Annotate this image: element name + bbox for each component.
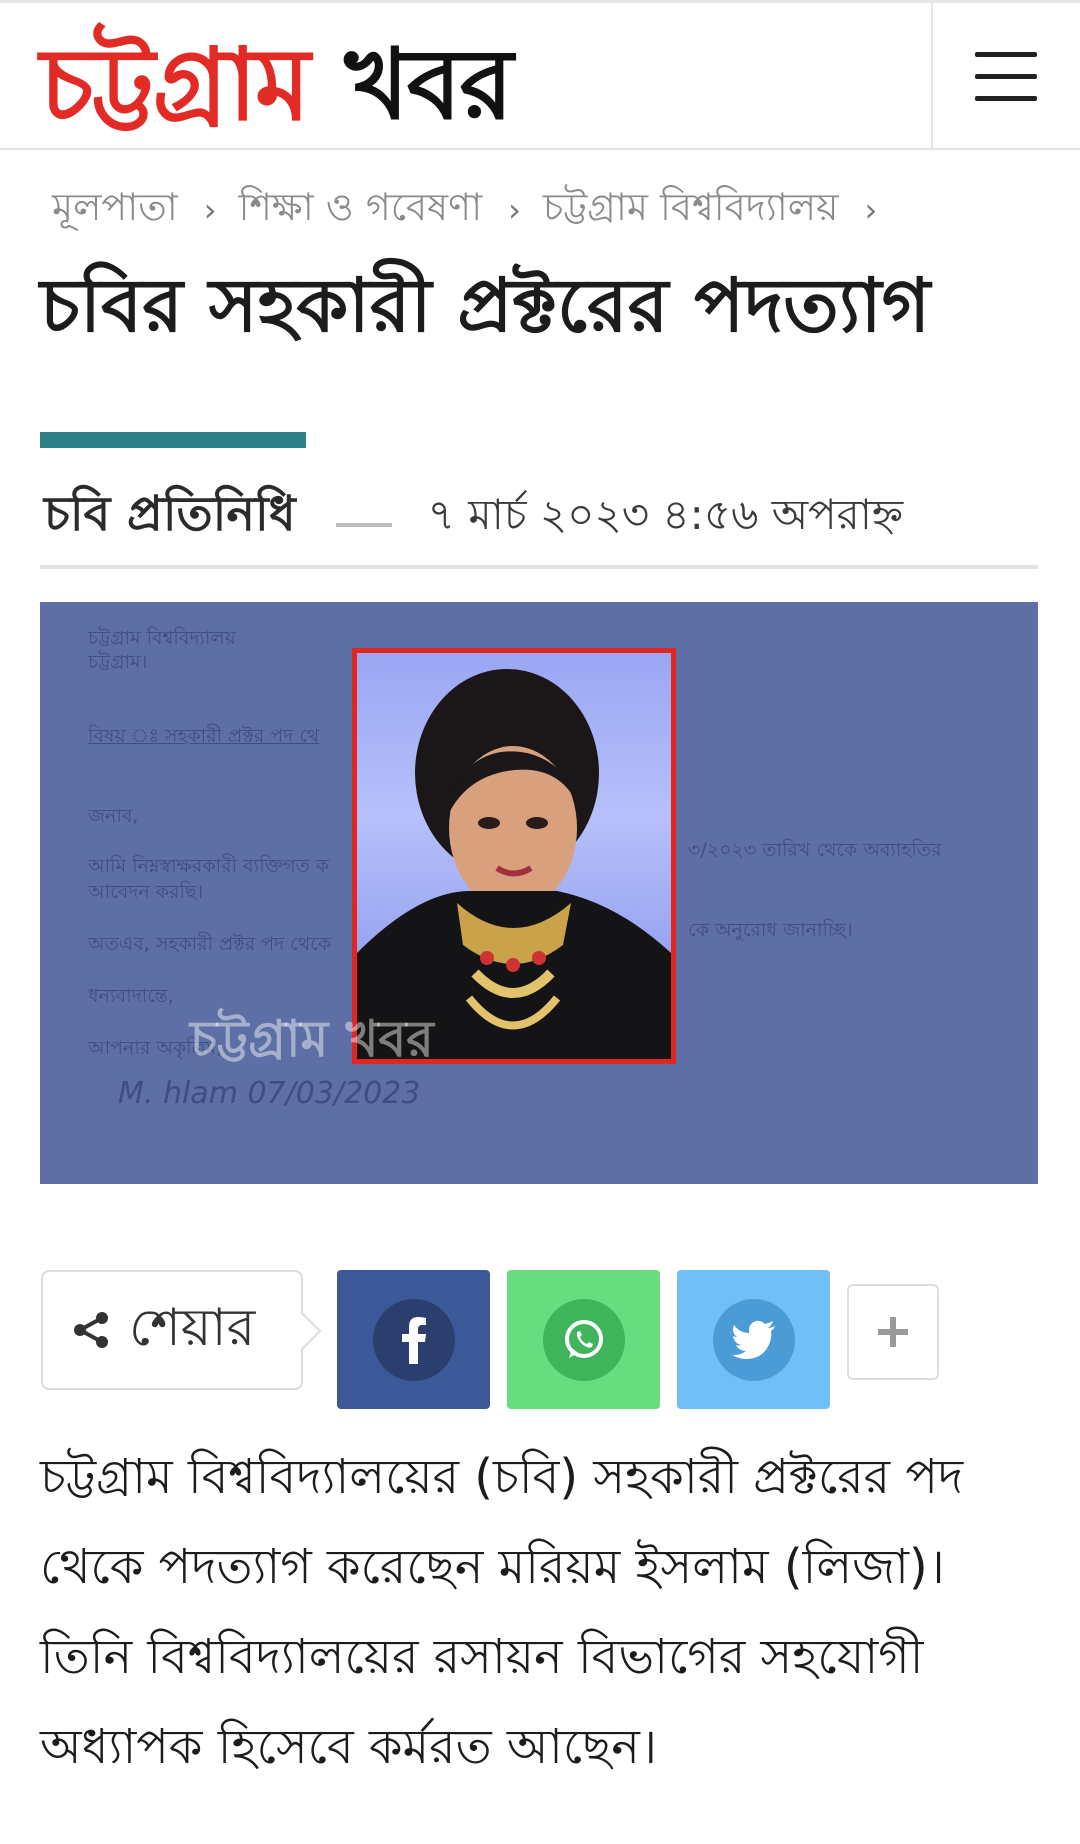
facebook-icon xyxy=(373,1299,455,1381)
logo-text-red: চট্টগ্রাম xyxy=(40,26,310,143)
article-body: চট্টগ্রাম বিশ্ববিদ্যালয়ের (চবি) সহকারী … xyxy=(40,1449,964,1775)
twitter-share-button[interactable] xyxy=(677,1270,830,1409)
portrait-illustration xyxy=(357,669,671,1059)
share-icon xyxy=(74,1312,108,1348)
article-meta: চবি প্রতিনিধি ৭ মার্চ ২০২৩ ৪:৫৬ অপরাহ্ন xyxy=(44,478,903,557)
article-author[interactable]: চবি প্রতিনিধি xyxy=(44,478,296,557)
breadcrumb-separator-icon: › xyxy=(203,191,217,229)
site-logo[interactable]: চট্টগ্রাম খবর xyxy=(40,25,513,145)
feature-image: চট্টগ্রাম বিশ্ববিদ্যালয় চট্টগ্রাম। বিষয… xyxy=(40,602,1038,1184)
twitter-icon xyxy=(713,1299,795,1381)
letter-line: বিষয় ঃ সহকারী প্রক্টর পদ থে xyxy=(88,725,320,747)
letter-line: অতএব, সহকারী প্রক্টর পদ থেকে xyxy=(88,933,332,955)
letter-line: ৩/২০২৩ তারিখ থেকে অব্যাহতির xyxy=(688,839,942,861)
more-share-button[interactable] xyxy=(847,1284,939,1380)
logo-text-black: খবর xyxy=(344,28,513,142)
header-divider xyxy=(931,3,933,151)
whatsapp-icon xyxy=(543,1299,625,1381)
article-title: চবির সহকারী প্রক্টরের পদত্যাগ xyxy=(40,263,931,349)
site-header: চট্টগ্রাম খবর xyxy=(0,0,1080,151)
breadcrumb: মূলপাতা › শিক্ষা ও গবেষণা › চট্টগ্রাম বি… xyxy=(52,178,899,242)
letter-line: আবেদন করছি। xyxy=(88,881,204,903)
meta-dash xyxy=(335,522,392,527)
image-watermark: চট্টগ্রাম খবর xyxy=(190,1010,434,1068)
breadcrumb-separator-icon: › xyxy=(864,191,878,229)
article-date: ৭ মার্চ ২০২৩ ৪:৫৬ অপরাহ্ন xyxy=(427,490,904,539)
plus-icon xyxy=(878,1317,908,1347)
letter-line: ধন্যবাদান্তে, xyxy=(88,985,174,1007)
share-label: শেয়ার xyxy=(129,1297,256,1358)
hamburger-menu-icon[interactable] xyxy=(975,50,1037,104)
facebook-share-button[interactable] xyxy=(337,1270,490,1409)
meta-divider xyxy=(40,565,1038,569)
share-label-box: শেয়ার xyxy=(41,1270,303,1390)
letter-line: কে অনুরোধ জানাচ্ছি। xyxy=(688,919,853,941)
whatsapp-share-button[interactable] xyxy=(507,1270,660,1409)
breadcrumb-subcategory[interactable]: চট্টগ্রাম বিশ্ববিদ্যালয় xyxy=(543,178,839,242)
breadcrumb-home[interactable]: মূলপাতা xyxy=(52,178,178,242)
letter-line: জনাব, xyxy=(88,805,139,827)
letter-line: চট্টগ্রাম। xyxy=(88,651,148,673)
breadcrumb-category[interactable]: শিক্ষা ও গবেষণা xyxy=(239,178,483,242)
title-accent-bar xyxy=(40,432,306,448)
breadcrumb-separator-icon: › xyxy=(508,191,521,229)
